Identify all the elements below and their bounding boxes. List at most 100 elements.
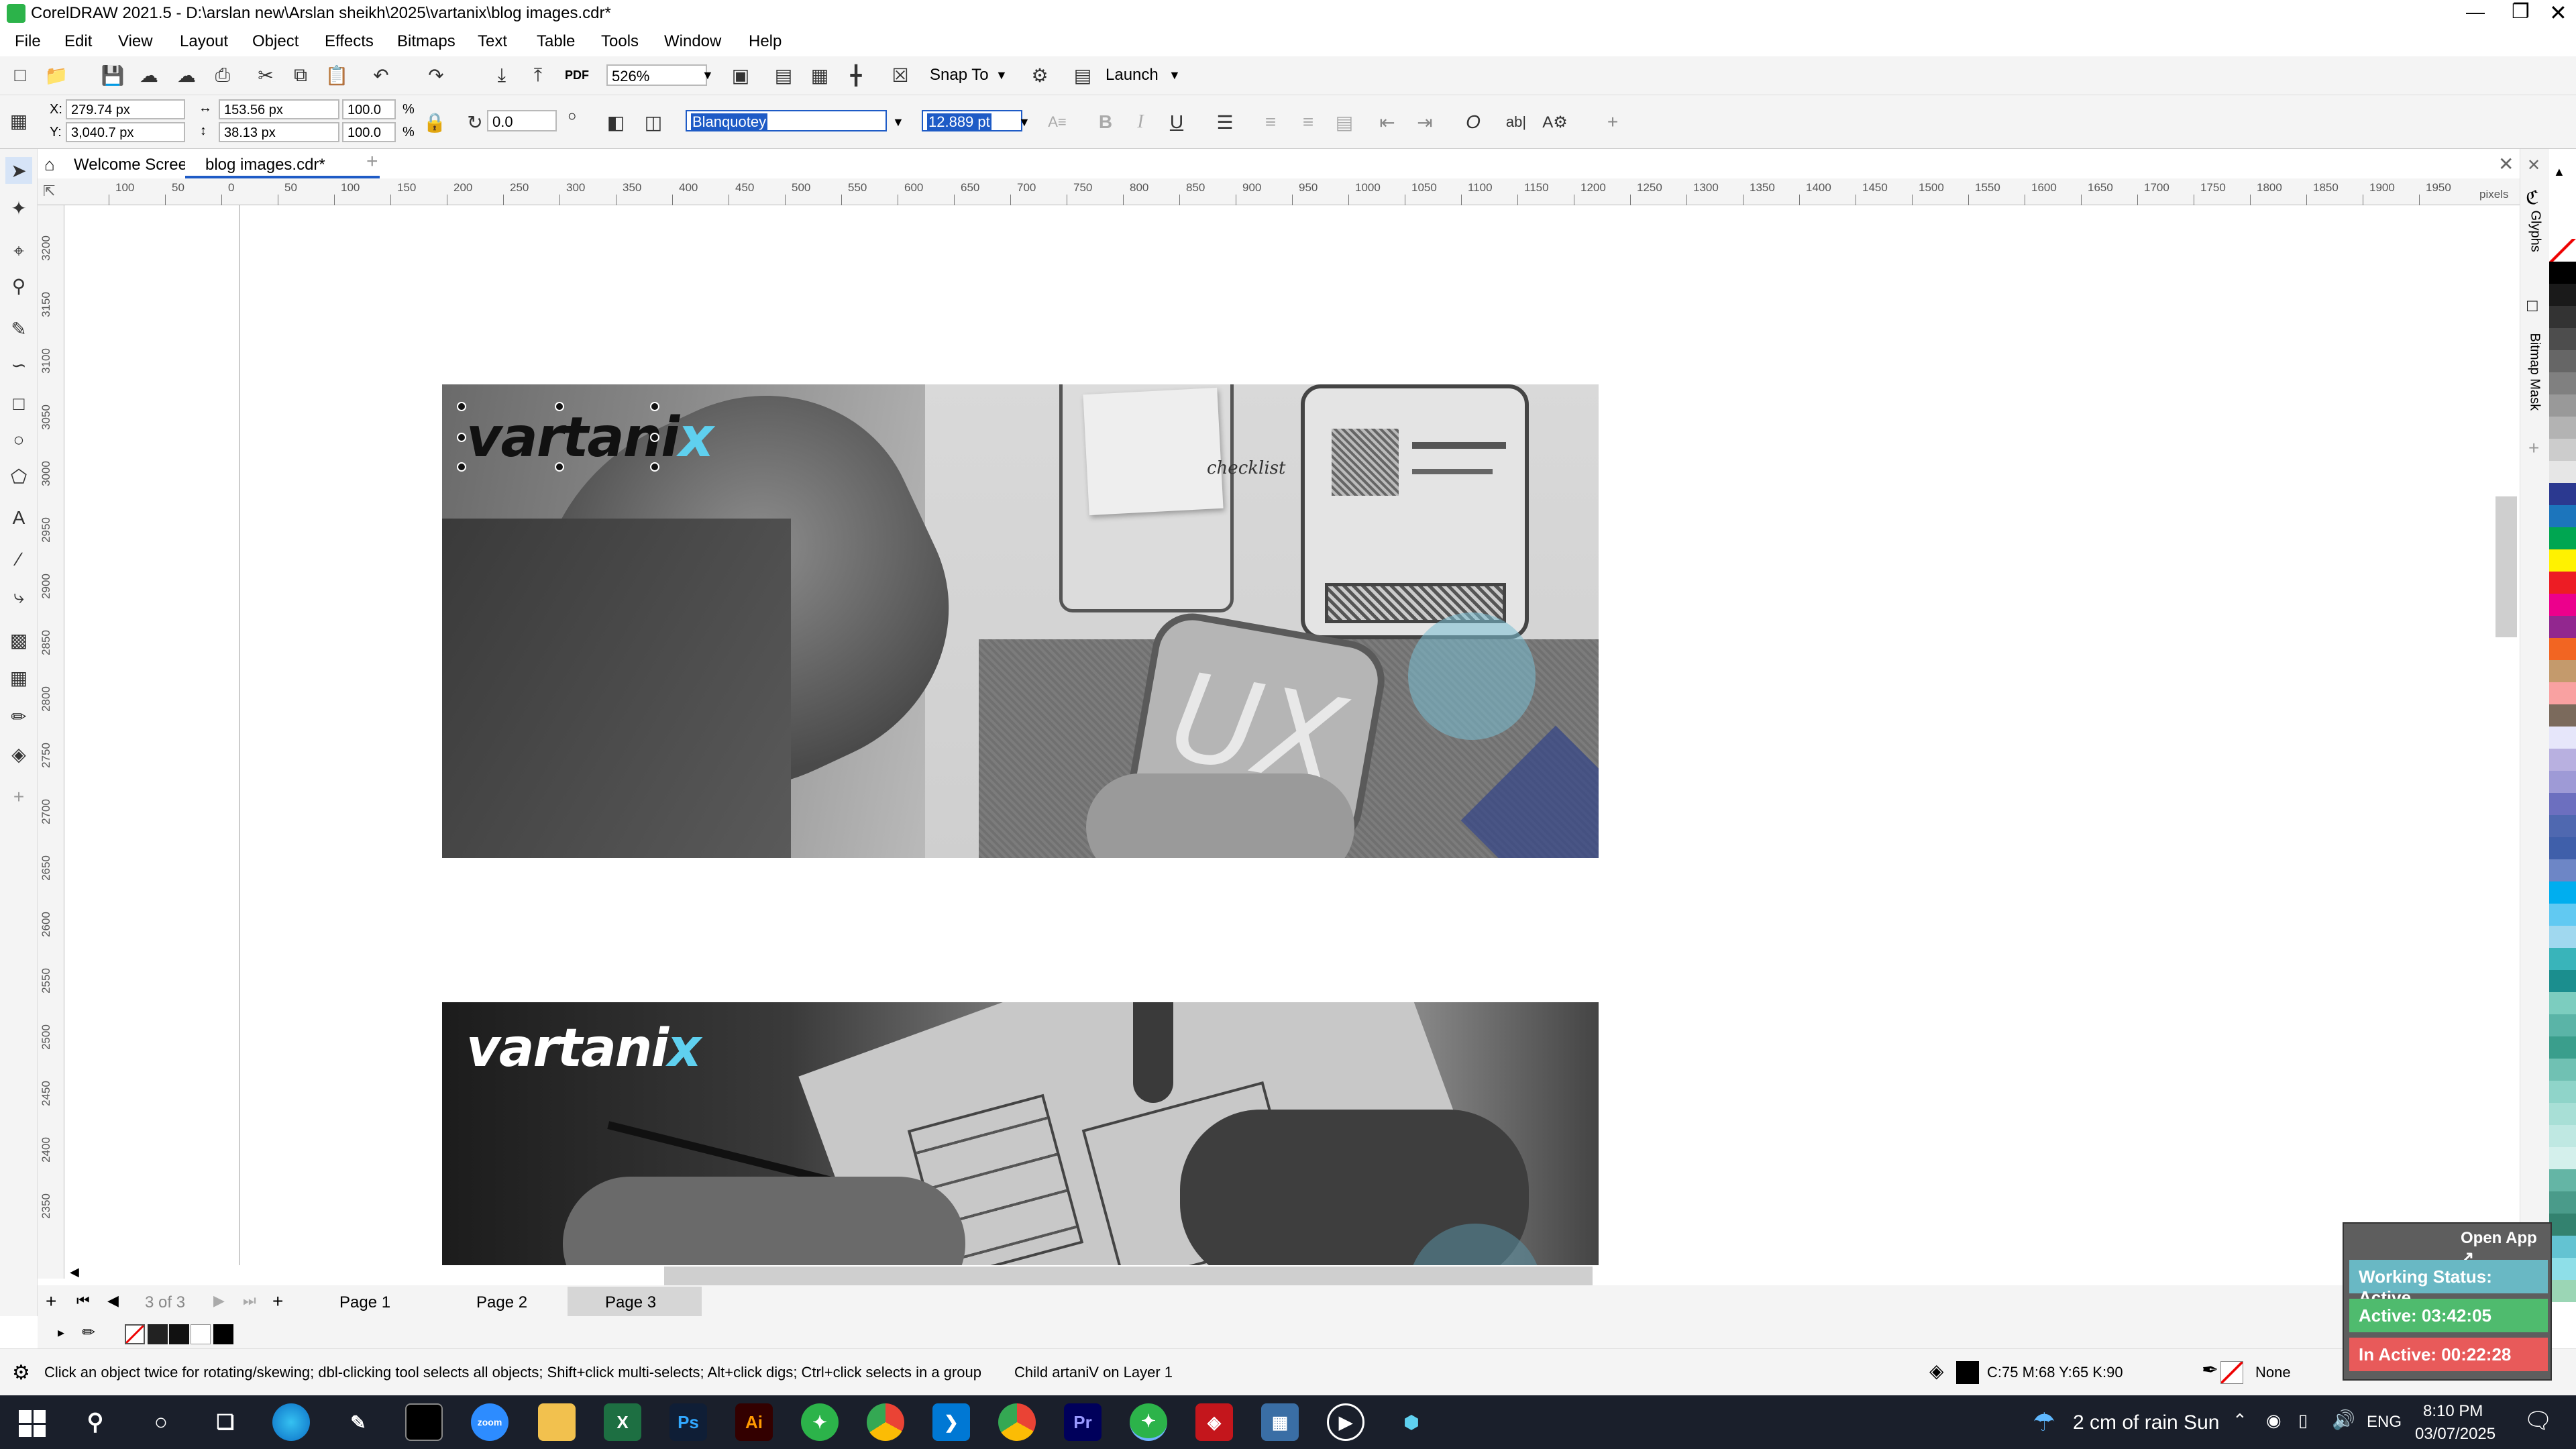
menu-table[interactable]: Table bbox=[537, 32, 575, 51]
previous-page-icon[interactable]: ◀ bbox=[107, 1292, 119, 1309]
palette-swatch[interactable] bbox=[2549, 727, 2576, 749]
cloud-open-icon[interactable]: ☁ bbox=[136, 62, 162, 89]
undo-icon[interactable]: ↶ bbox=[368, 62, 394, 89]
tray-app-icon[interactable]: ◉ bbox=[2266, 1410, 2282, 1431]
full-screen-icon[interactable]: ▣ bbox=[727, 62, 754, 89]
coreldraw-active-icon[interactable]: ✦ bbox=[1130, 1403, 1167, 1441]
task-view-icon[interactable]: ❏ bbox=[207, 1403, 244, 1441]
palette-swatch[interactable] bbox=[2549, 1014, 2576, 1036]
font-family-field[interactable]: Blanquotey bbox=[686, 110, 887, 131]
palette-swatch[interactable] bbox=[2549, 1258, 2576, 1280]
photoshop-icon[interactable]: Ps bbox=[669, 1403, 707, 1441]
palette-swatch[interactable] bbox=[2549, 461, 2576, 483]
freehand-tool-icon[interactable]: ✎ bbox=[5, 315, 32, 342]
selection-handle-tr[interactable] bbox=[650, 402, 659, 411]
media-player-icon[interactable]: ▶ bbox=[1327, 1403, 1364, 1441]
text-alignment-icon[interactable]: ☰ bbox=[1212, 109, 1238, 136]
rectangle-tool-icon[interactable]: □ bbox=[5, 390, 32, 417]
bullet-list-icon[interactable]: ≡ bbox=[1257, 109, 1284, 136]
close-button[interactable]: ✕ bbox=[2549, 0, 2567, 25]
width-field[interactable]: 153.56 px bbox=[219, 99, 339, 119]
numbered-list-icon[interactable]: ≡ bbox=[1295, 109, 1322, 136]
search-icon[interactable]: ⚲ bbox=[76, 1403, 114, 1441]
new-document-icon[interactable]: □ bbox=[7, 62, 34, 89]
palette-swatch[interactable] bbox=[2549, 328, 2576, 350]
last-page-icon[interactable]: ⏭ bbox=[243, 1292, 256, 1309]
copy-icon[interactable]: ⧉ bbox=[287, 62, 314, 89]
object-origin-icon[interactable]: ▦ bbox=[5, 107, 32, 134]
file-explorer-icon[interactable] bbox=[538, 1403, 576, 1441]
scale-height-field[interactable]: 100.0 bbox=[342, 122, 396, 142]
first-page-icon[interactable]: ⏮ bbox=[76, 1292, 90, 1309]
glyphs-tab[interactable]: Glyphs bbox=[2528, 211, 2543, 264]
language-indicator[interactable]: ENG bbox=[2367, 1413, 2402, 1432]
snap-dropdown-icon[interactable]: ▼ bbox=[996, 68, 1008, 83]
show-rulers-icon[interactable]: ▤ bbox=[770, 62, 797, 89]
palette-swatch[interactable] bbox=[2549, 837, 2576, 859]
palette-swatch[interactable] bbox=[2549, 992, 2576, 1014]
palette-swatch[interactable] bbox=[2549, 815, 2576, 837]
swatch-black[interactable] bbox=[213, 1324, 233, 1344]
launch-button[interactable]: Launch bbox=[1106, 66, 1159, 85]
menu-effects[interactable]: Effects bbox=[325, 32, 374, 51]
outline-pen-icon[interactable]: ✒ bbox=[2202, 1358, 2218, 1382]
swatch-dark-2[interactable] bbox=[169, 1324, 189, 1344]
tab-welcome-screen[interactable]: Welcome Screen bbox=[74, 156, 196, 174]
palette-swatch[interactable] bbox=[2549, 1147, 2576, 1169]
palette-swatch[interactable] bbox=[2549, 859, 2576, 881]
coreldraw-taskbar-icon[interactable]: ✦ bbox=[801, 1403, 839, 1441]
tray-chevron-icon[interactable]: ⌃ bbox=[2233, 1410, 2247, 1431]
palette-swatch[interactable] bbox=[2549, 970, 2576, 992]
premiere-icon[interactable]: Pr bbox=[1064, 1403, 1102, 1441]
zoom-level-field[interactable]: 526% bbox=[606, 64, 707, 86]
pick-tool-icon[interactable]: ➤ bbox=[5, 157, 32, 184]
restore-button[interactable]: ❐ bbox=[2512, 0, 2530, 23]
menu-layout[interactable]: Layout bbox=[180, 32, 228, 51]
zoom-dropdown-icon[interactable]: ▼ bbox=[702, 68, 714, 83]
page-tab-2[interactable]: Page 2 bbox=[476, 1293, 527, 1312]
tab-blog-images[interactable]: blog images.cdr* bbox=[185, 149, 380, 178]
vertical-scrollbar[interactable] bbox=[2496, 205, 2500, 1265]
font-size-dropdown-icon[interactable]: ▼ bbox=[1018, 115, 1030, 129]
blog-image-2[interactable]: vartanix bbox=[442, 1002, 1599, 1265]
palette-swatch[interactable] bbox=[2549, 771, 2576, 793]
ruler-origin-icon[interactable]: ⇱ bbox=[43, 182, 55, 200]
add-docker-icon[interactable]: + bbox=[2528, 437, 2539, 459]
rotation-angle-field[interactable]: 0.0 bbox=[487, 110, 557, 131]
decrease-indent-icon[interactable]: ⇤ bbox=[1374, 109, 1401, 136]
swatch-white[interactable] bbox=[191, 1324, 211, 1344]
palette-swatch[interactable] bbox=[2549, 904, 2576, 926]
artistic-media-icon[interactable]: ∽ bbox=[5, 352, 32, 378]
drop-cap-icon[interactable]: ▤ bbox=[1331, 109, 1358, 136]
calculator-icon[interactable]: ▦ bbox=[1261, 1403, 1299, 1441]
new-tab-icon[interactable]: + bbox=[366, 150, 378, 173]
swatch-dark-1[interactable] bbox=[148, 1324, 168, 1344]
eyedropper-tool-icon[interactable]: ✏ bbox=[5, 703, 32, 730]
chrome-icon[interactable] bbox=[867, 1403, 904, 1441]
palette-swatch[interactable] bbox=[2549, 1059, 2576, 1081]
palette-swatch[interactable] bbox=[2549, 505, 2576, 527]
start-button-icon[interactable] bbox=[19, 1410, 46, 1437]
selection-handle-mr[interactable] bbox=[650, 433, 659, 442]
italic-icon[interactable]: I bbox=[1127, 109, 1154, 136]
launch-icon[interactable]: ▤ bbox=[1069, 62, 1096, 89]
opentype-icon[interactable]: O bbox=[1460, 109, 1487, 136]
print-icon[interactable]: ⎙ bbox=[209, 62, 236, 89]
palette-swatch[interactable] bbox=[2549, 572, 2576, 594]
palette-swatch[interactable] bbox=[2549, 1214, 2576, 1236]
vertical-scroll-thumb[interactable] bbox=[2496, 496, 2517, 637]
minimize-button[interactable]: — bbox=[2466, 1, 2485, 23]
parallel-dimension-icon[interactable]: ∕ bbox=[5, 546, 32, 573]
crop-tool-icon[interactable]: ⌖ bbox=[5, 237, 32, 264]
add-page-after-icon[interactable]: + bbox=[272, 1291, 283, 1312]
redo-icon[interactable]: ↷ bbox=[423, 62, 449, 89]
show-grid-icon[interactable]: ▦ bbox=[806, 62, 833, 89]
palette-swatch[interactable] bbox=[2549, 1125, 2576, 1147]
shape-tool-icon[interactable]: ✦ bbox=[5, 195, 32, 221]
palette-swatch[interactable] bbox=[2549, 417, 2576, 439]
palette-swatch[interactable] bbox=[2549, 1081, 2576, 1103]
excel-icon[interactable]: X bbox=[604, 1403, 641, 1441]
bold-icon[interactable]: B bbox=[1092, 109, 1119, 136]
palette-swatch[interactable] bbox=[2549, 549, 2576, 572]
launch-dropdown-icon[interactable]: ▼ bbox=[1169, 68, 1181, 83]
